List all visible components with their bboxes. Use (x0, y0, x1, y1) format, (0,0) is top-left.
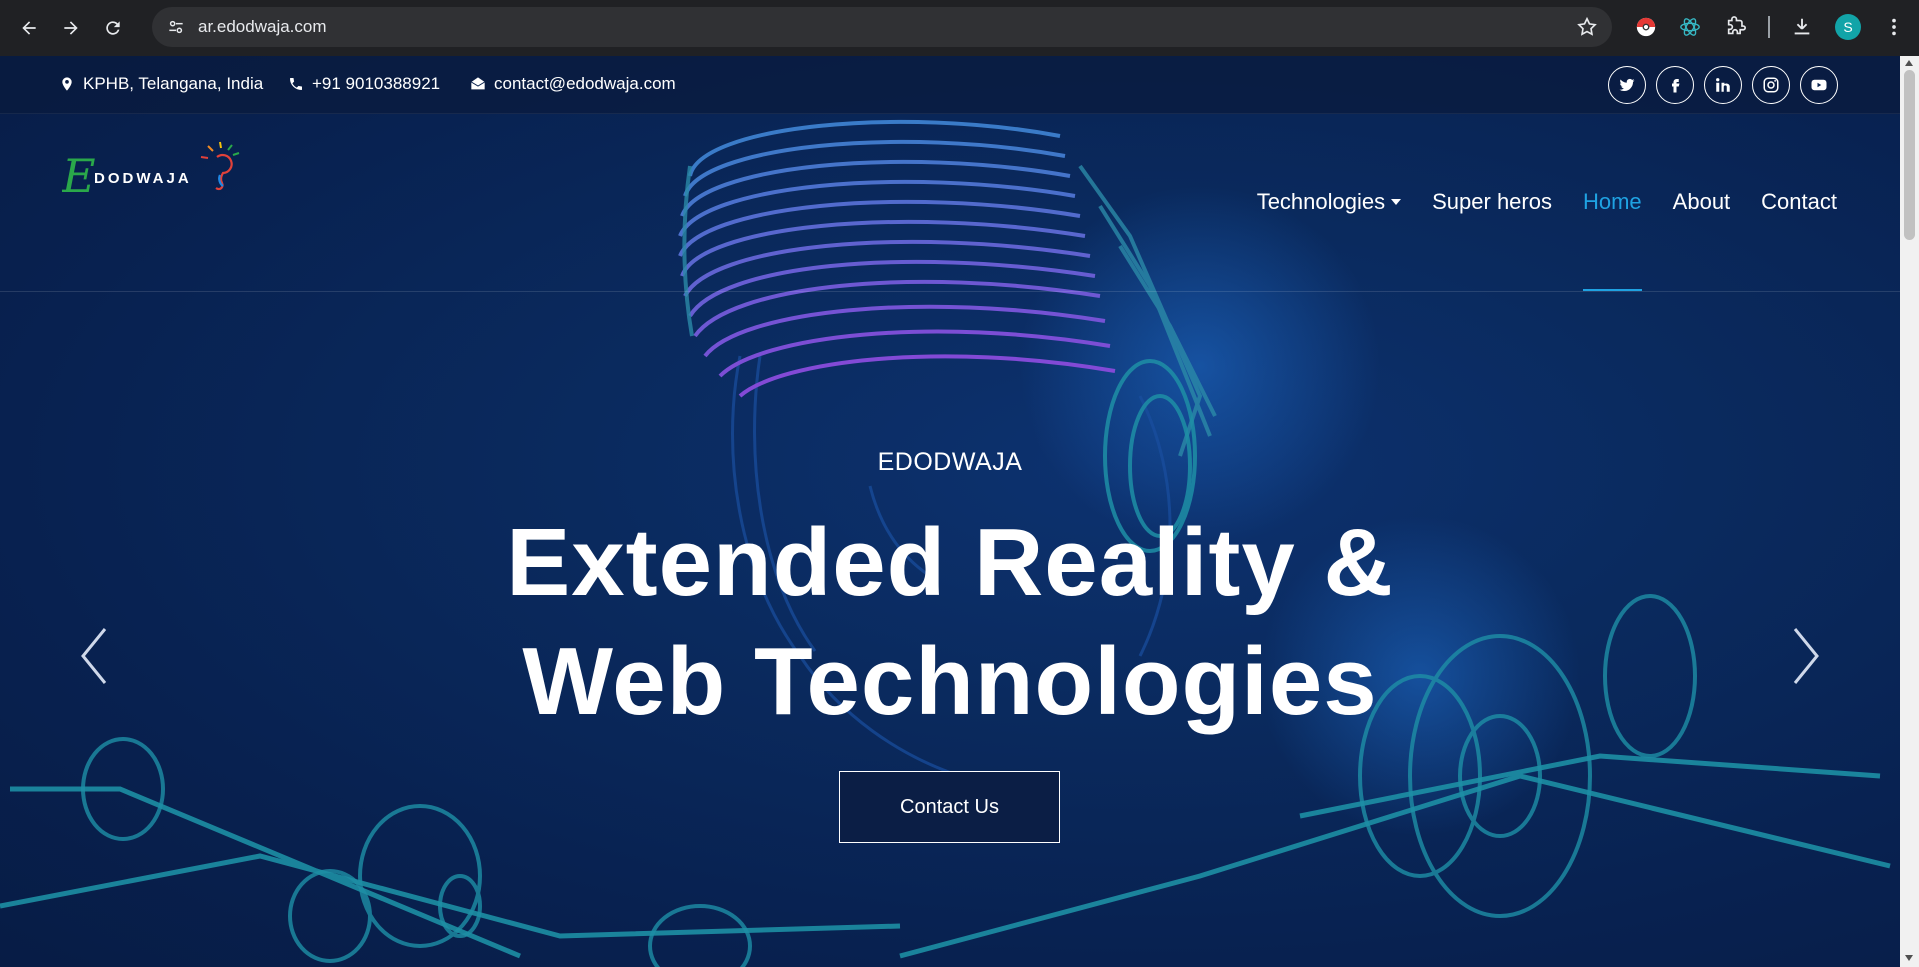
site-info-icon[interactable] (164, 15, 188, 39)
twitter-icon (1619, 78, 1635, 92)
main-navbar: E DODWAJA Technologies Super heros Home … (0, 113, 1900, 292)
contact-us-button[interactable]: Contact Us (839, 771, 1060, 843)
forward-button[interactable] (56, 13, 86, 43)
youtube-link[interactable] (1800, 66, 1838, 104)
scroll-down-icon[interactable] (1905, 955, 1913, 961)
instagram-link[interactable] (1752, 66, 1790, 104)
reload-icon (106, 21, 120, 35)
youtube-icon (1811, 79, 1827, 91)
hero-title: Extended Reality & Web Technologies (0, 503, 1900, 741)
email-info[interactable]: contact@edodwaja.com (470, 74, 676, 94)
nav-technologies-label[interactable]: Technologies (1257, 189, 1385, 215)
phone-text[interactable]: +91 9010388921 (312, 74, 440, 94)
facebook-link[interactable] (1656, 66, 1694, 104)
arrow-left-icon (22, 21, 36, 35)
nav-superheros[interactable]: Super heros (1432, 113, 1552, 291)
nav-technologies-dropdown[interactable]: Technologies (1257, 113, 1402, 291)
carousel-prev-icon[interactable] (75, 621, 115, 691)
webpage: KPHB, Telangana, India +91 9010388921 co… (0, 56, 1900, 967)
hero-eyebrow: EDODWAJA (877, 448, 1023, 476)
page-scrollbar[interactable] (1900, 56, 1919, 967)
linkedin-icon (1716, 78, 1730, 92)
reload-button[interactable] (98, 13, 128, 43)
address-bar[interactable]: ar.edodwaja.com (152, 7, 1612, 47)
atom-extension-icon[interactable] (1677, 14, 1703, 40)
extensions-puzzle-icon[interactable] (1723, 14, 1749, 40)
instagram-icon (1763, 77, 1779, 93)
facebook-icon (1672, 79, 1680, 93)
location-text: KPHB, Telangana, India (83, 74, 264, 93)
email-text[interactable]: contact@edodwaja.com (494, 74, 676, 94)
envelope-open-icon (471, 77, 485, 90)
kebab-menu-icon[interactable] (1881, 14, 1907, 40)
bookmark-star-icon[interactable] (1576, 16, 1598, 38)
twitter-link[interactable] (1608, 66, 1646, 104)
linkedin-link[interactable] (1704, 66, 1742, 104)
nav-home[interactable]: Home (1582, 113, 1642, 291)
contact-info-bar: KPHB, Telangana, India +91 9010388921 co… (0, 56, 1900, 114)
scrollbar-thumb[interactable] (1904, 70, 1915, 240)
download-icon[interactable] (1789, 14, 1815, 40)
profile-avatar[interactable]: S (1835, 14, 1861, 40)
nav-contact[interactable]: Contact (1761, 113, 1837, 291)
svg-text:E: E (62, 149, 96, 203)
nav-menu: Technologies Super heros Home About Cont… (1226, 113, 1837, 291)
browser-toolbar: ar.edodwaja.com S (0, 0, 1919, 56)
back-button[interactable] (14, 13, 44, 43)
caret-down-icon (1391, 199, 1402, 205)
map-pin-icon (62, 77, 72, 91)
social-links (1598, 66, 1838, 104)
pokeball-extension-icon[interactable] (1633, 14, 1659, 40)
toolbar-divider (1768, 16, 1770, 38)
nav-about[interactable]: About (1673, 113, 1731, 291)
lightbulb-logo-icon: E DODWAJA (61, 141, 240, 203)
hero-title-line2: Web Technologies (522, 628, 1378, 735)
svg-text:DODWAJA: DODWAJA (94, 170, 192, 187)
location-info: KPHB, Telangana, India (59, 74, 263, 94)
scroll-up-icon[interactable] (1905, 60, 1913, 66)
phone-icon (290, 78, 302, 90)
url-text[interactable]: ar.edodwaja.com (198, 17, 327, 37)
edodwaja-logo[interactable]: E DODWAJA (61, 137, 242, 207)
arrow-right-icon (64, 21, 78, 35)
phone-info[interactable]: +91 9010388921 (288, 74, 440, 94)
carousel-next-icon[interactable] (1785, 621, 1825, 691)
hero-title-line1: Extended Reality & (506, 509, 1394, 616)
